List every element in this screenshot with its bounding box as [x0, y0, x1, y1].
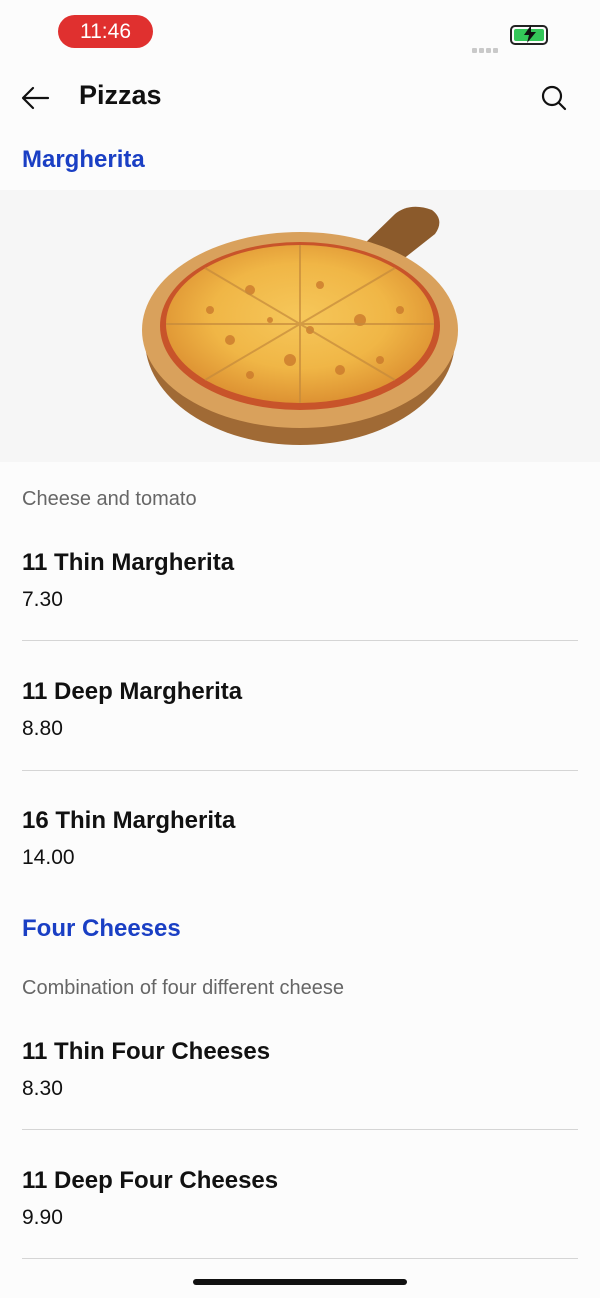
- divider: [22, 640, 578, 641]
- divider: [22, 1258, 578, 1259]
- menu-item[interactable]: 11 Deep Four Cheeses 9.90: [22, 1167, 578, 1230]
- section-title-margherita: Margherita: [22, 146, 145, 173]
- page-title: Pizzas: [79, 80, 162, 110]
- item-name: 16 Thin Margherita: [22, 807, 236, 834]
- back-button[interactable]: [18, 82, 54, 114]
- section-description: Combination of four different cheese: [22, 977, 345, 999]
- arrow-left-icon: [21, 86, 50, 110]
- search-icon: [541, 85, 567, 111]
- battery-charging-icon: [510, 25, 548, 45]
- divider: [22, 770, 578, 771]
- divider: [22, 1129, 578, 1130]
- status-bar: 11:46: [0, 0, 600, 64]
- item-name: 11 Deep Four Cheeses: [22, 1167, 279, 1194]
- app-header: Pizzas: [0, 64, 600, 132]
- item-price: 8.30: [22, 1077, 63, 1100]
- item-name: 11 Thin Four Cheeses: [22, 1038, 271, 1065]
- menu-item[interactable]: 11 Thin Four Cheeses 8.30: [22, 1038, 578, 1101]
- item-price: 7.30: [22, 588, 63, 611]
- menu-item[interactable]: 16 Thin Margherita 14.00: [22, 807, 578, 870]
- menu-item[interactable]: 11 Deep Margherita 8.80: [22, 678, 578, 741]
- item-price: 9.90: [22, 1206, 63, 1229]
- home-indicator[interactable]: [193, 1279, 407, 1285]
- item-name: 11 Deep Margherita: [22, 678, 243, 705]
- status-time: 11:46: [58, 15, 153, 48]
- item-price: 8.80: [22, 717, 63, 740]
- item-price: 14.00: [22, 846, 75, 869]
- item-name: 11 Thin Margherita: [22, 549, 235, 576]
- pizza-image: [0, 190, 600, 462]
- section-description: Cheese and tomato: [22, 488, 197, 510]
- signal-icon: [472, 40, 500, 58]
- section-title-four-cheeses: Four Cheeses: [22, 915, 181, 942]
- search-button[interactable]: [538, 82, 570, 114]
- menu-item[interactable]: 11 Thin Margherita 7.30: [22, 549, 578, 612]
